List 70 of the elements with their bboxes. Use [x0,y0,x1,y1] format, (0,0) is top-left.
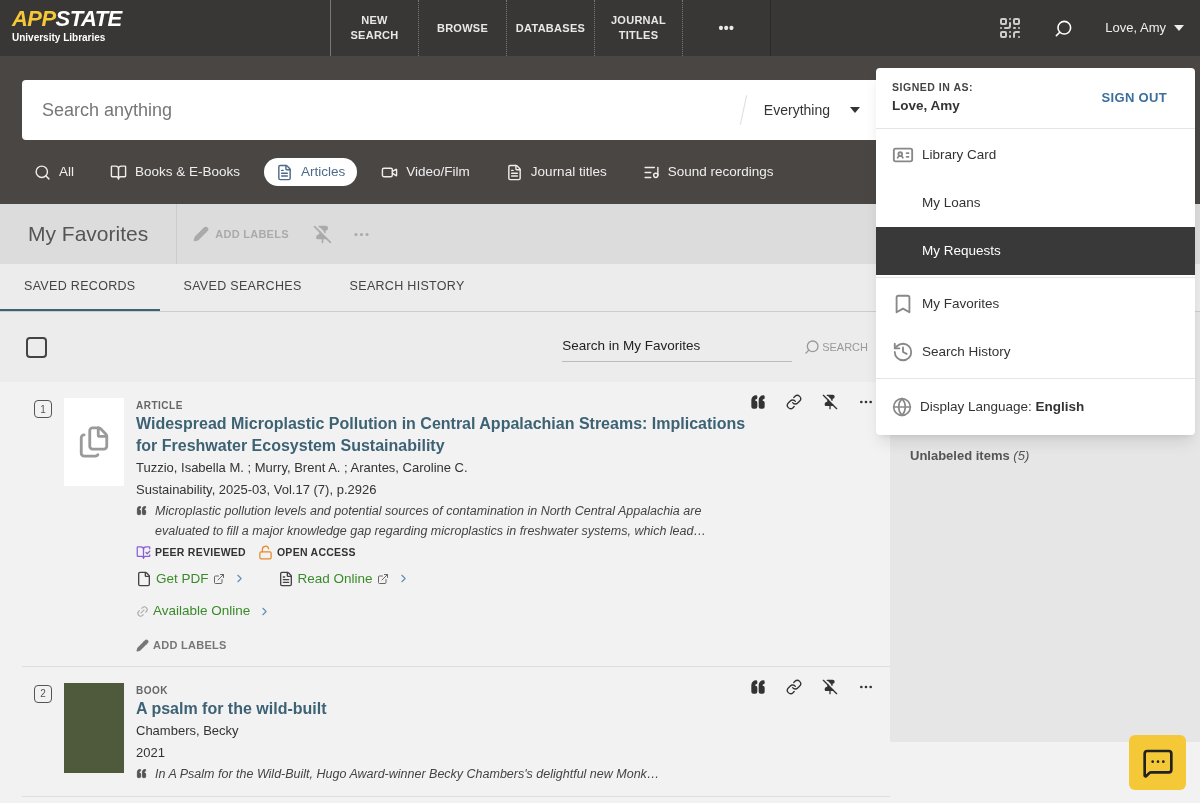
sign-out-button[interactable]: SIGN OUT [1101,88,1179,108]
book-icon [110,163,127,181]
full-text-link[interactable]: Read Online [297,568,373,589]
unpin-icon[interactable] [822,678,838,695]
signed-in-user: Love, Amy [892,96,961,115]
record-number: 2 [34,684,52,703]
record-type: BOOK [136,683,169,698]
permalink-icon[interactable] [786,678,802,695]
user-menu-item[interactable]: My Loans [876,179,1195,227]
filter-tab[interactable]: Articles [264,158,358,186]
view-tab[interactable]: SEARCH HISTORY [325,264,489,311]
open-lock-icon [257,545,273,561]
logo-subtitle: University Libraries [12,31,107,45]
filter-tab[interactable]: Sound recordings [630,158,786,186]
record-title-link[interactable]: A psalm for the wild-built [136,697,750,720]
filter-tab[interactable]: Journal titles [493,158,619,186]
quote-icon [136,767,147,779]
record-source: Sustainability, 2025-03, Vol.17 (7), p.2926 [136,481,378,499]
favorites-search-input[interactable]: Search in My Favorites [562,332,793,362]
user-menu-item[interactable]: Search History [876,328,1195,376]
user-menu-item[interactable]: Library Card [876,131,1195,179]
logo-wordmark[interactable]: APPSTATE [12,8,330,30]
user-menu-item[interactable]: My Favorites [876,280,1195,328]
pdf-file-icon [136,570,152,587]
record-number: 1 [34,400,52,418]
globe-icon [892,397,912,417]
badge-label: PEER REVIEWED [155,545,246,560]
search-icon [34,163,51,181]
record-authors: Tuzzio, Isabella M. ; Murry, Brent A. ; Arantes, Caroline C. [136,459,469,477]
record-title-link[interactable]: Widespread Microplastic Pollution in Central Appalachian Streams: Implications for Freshwater Ecosystem Sustainability [136,413,750,457]
availability-link[interactable]: Available Online [153,601,251,622]
record-source: 2021 [136,743,166,762]
caret-icon [850,107,860,113]
user-menu-item[interactable]: My Requests [876,227,1195,275]
record-type: ARTICLE [136,399,184,413]
record-authors: Chambers, Becky [136,721,240,740]
user-menu-button[interactable]: Love, Amy [1105,18,1184,38]
pencil-icon [193,226,210,242]
scope-dropdown[interactable]: Everything [763,99,860,121]
caret-icon [1174,25,1184,31]
pencil-icon [136,639,149,652]
add-labels-button[interactable]: ADD LABELS [136,637,227,654]
search-icon[interactable] [1054,18,1074,38]
filter-tab[interactable]: All [22,158,86,186]
search-input[interactable]: Search anything [42,96,743,124]
view-tab[interactable]: SAVED SEARCHES [159,264,326,311]
display-language-item[interactable]: Display Language: English [876,379,1195,435]
record-snippet: In A Psalm for the Wild-Built, Hugo Award-winner Becky Chambers's delightful new Monk… [155,765,660,783]
chat-button[interactable] [1129,735,1186,790]
quote-icon [136,505,147,516]
history-icon [892,341,914,363]
search-icon [804,339,821,355]
external-link-icon [376,572,389,585]
select-all-checkbox[interactable] [26,336,47,358]
qr-code-icon[interactable] [998,16,1023,40]
unpin-icon[interactable] [822,394,838,410]
badge-label: OPEN ACCESS [276,545,356,560]
external-link-icon [212,572,225,585]
signed-in-label: SIGNED IN AS: [892,80,974,95]
filter-tab[interactable]: Video/Film [369,158,482,186]
record-snippet: Microplastic pollution levels and potential sources of contamination in North Central Appalachia are evaluated to fill a major knowledge gap regarding microplastics in freshwater systems, which lead… [155,503,707,540]
unlabeled-items-filter[interactable]: Unlabeled items (5) [910,446,1200,466]
cite-quote-icon[interactable] [750,678,766,695]
full-text-link[interactable]: Get PDF [156,568,209,589]
document-icon [276,163,294,181]
filter-tab[interactable]: Books & E-Books [98,158,253,186]
document-icon [505,163,523,181]
permalink-icon[interactable] [786,394,802,410]
document-icon [277,570,294,587]
cite-quote-icon[interactable] [750,394,766,410]
